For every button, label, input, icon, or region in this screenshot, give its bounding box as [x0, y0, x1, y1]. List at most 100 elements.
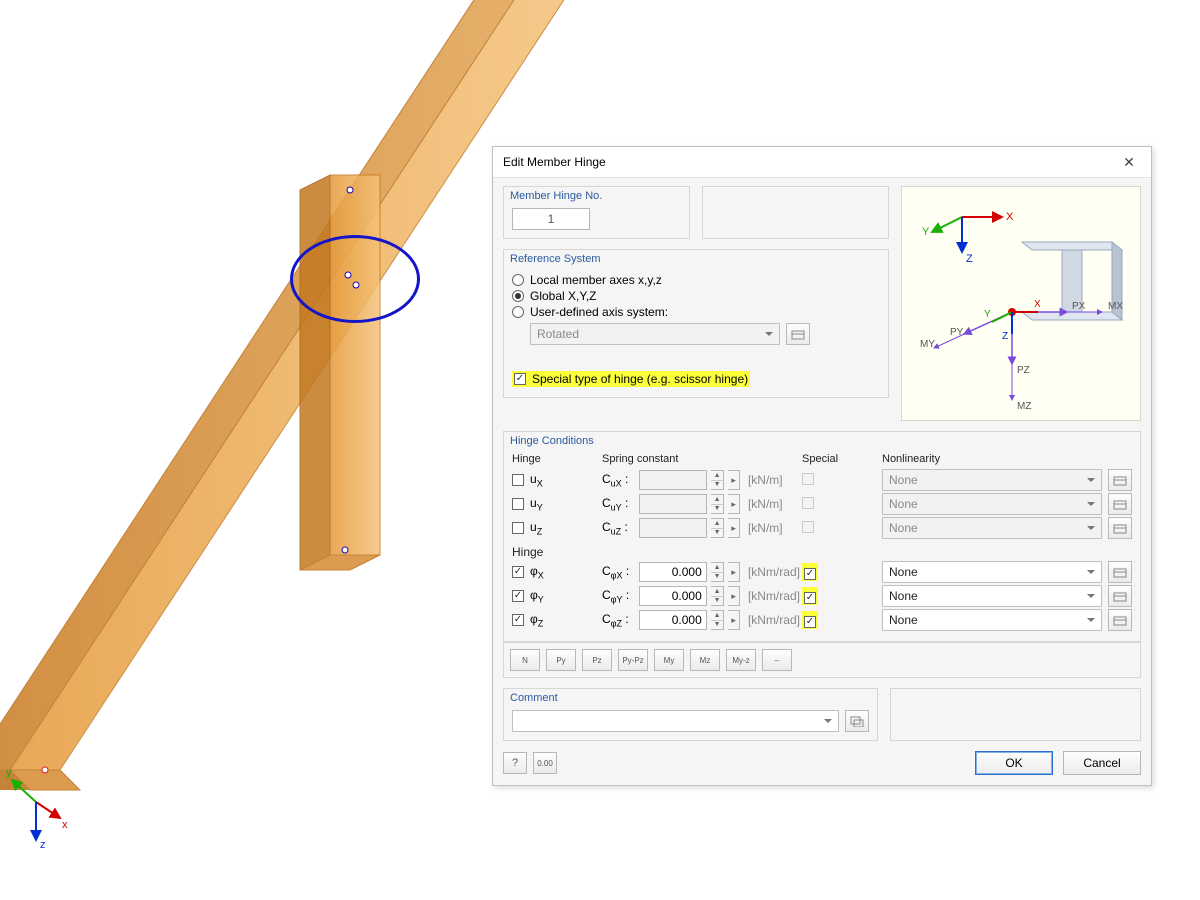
spring-field-uZ — [639, 518, 707, 538]
unit-label: [kN/m] — [748, 497, 802, 511]
unit-label: [kNm/rad] — [748, 613, 802, 627]
special-checkbox-φX[interactable] — [804, 568, 816, 580]
hinge-name: φY — [530, 588, 544, 604]
nonlinearity-dropdown-uY: None — [882, 493, 1102, 515]
edit-member-hinge-dialog: Edit Member Hinge ✕ Member Hinge No. 1 — [492, 146, 1152, 786]
hinge-name: uX — [530, 472, 543, 488]
radio-icon — [512, 306, 524, 318]
nonlinearity-edit-φY[interactable] — [1108, 585, 1132, 607]
spring-field-uX — [639, 470, 707, 490]
step-button[interactable]: ▸ — [728, 562, 740, 582]
unit-label: [kNm/rad] — [748, 565, 802, 579]
spinner: ▲▼ — [711, 494, 725, 514]
spring-label: CuX : — [602, 472, 635, 488]
radio-icon — [512, 274, 524, 286]
preset-Py[interactable]: Py — [546, 649, 576, 671]
spinner[interactable]: ▲▼ — [711, 610, 725, 630]
group-empty — [702, 186, 889, 239]
axis-z-label: z — [40, 839, 46, 851]
hinge-name: uY — [530, 496, 543, 512]
nonlinearity-edit-uZ — [1108, 517, 1132, 539]
col-spring: Spring constant — [602, 453, 802, 465]
close-icon[interactable]: ✕ — [1115, 152, 1143, 172]
hinge-row-φX: φX CφX : 0.000 ▲▼ ▸ [kNm/rad] None — [512, 561, 1132, 583]
preset-My[interactable]: My — [654, 649, 684, 671]
preset-Py-Pz[interactable]: Py-Pz — [618, 649, 648, 671]
radio-global-label: Global X,Y,Z — [530, 289, 596, 303]
hinge-row-φZ: φZ CφZ : 0.000 ▲▼ ▸ [kNm/rad] None — [512, 609, 1132, 631]
svg-text:Z: Z — [1002, 331, 1008, 342]
svg-text:X: X — [1034, 299, 1041, 310]
preset-Pz[interactable]: Pz — [582, 649, 612, 671]
hinge-name: φX — [530, 564, 544, 580]
col-special: Special — [802, 453, 882, 465]
step-button: ▸ — [728, 494, 740, 514]
axis-system-dropdown: Rotated — [530, 323, 780, 345]
svg-text:Y: Y — [984, 309, 991, 320]
group-reference-system: Reference System Local member axes x,y,z… — [503, 249, 889, 398]
col-hinge: Hinge — [512, 453, 602, 465]
comment-pick-button[interactable] — [845, 710, 869, 732]
preset-–[interactable]: – — [762, 649, 792, 671]
special-checkbox-uZ — [802, 521, 814, 533]
spring-label: CφY : — [602, 588, 635, 604]
svg-text:PX: PX — [1072, 301, 1086, 312]
hinge-row-uY: uY CuY : ▲▼ ▸ [kN/m] None — [512, 493, 1132, 515]
cancel-button[interactable]: Cancel — [1063, 751, 1141, 775]
nonlinearity-edit-uY — [1108, 493, 1132, 515]
unit-label: [kN/m] — [748, 473, 802, 487]
units-button[interactable]: 0.00 — [533, 752, 557, 774]
special-checkbox-φZ[interactable] — [804, 616, 816, 628]
hinge-checkbox-φX[interactable] — [512, 566, 524, 578]
radio-user-axes[interactable]: User-defined axis system: — [512, 305, 880, 319]
nonlinearity-dropdown-φX[interactable]: None — [882, 561, 1102, 583]
nonlinearity-edit-φZ[interactable] — [1108, 609, 1132, 631]
hinge-no-field[interactable]: 1 — [512, 208, 590, 230]
comment-label: Comment — [504, 689, 877, 706]
hinge-checkbox-φZ[interactable] — [512, 614, 524, 626]
axis-y-label: y — [6, 767, 12, 779]
preset-Mz[interactable]: Mz — [690, 649, 720, 671]
nonlinearity-dropdown-φY[interactable]: None — [882, 585, 1102, 607]
radio-local-axes[interactable]: Local member axes x,y,z — [512, 273, 880, 287]
preset-N[interactable]: N — [510, 649, 540, 671]
step-button[interactable]: ▸ — [728, 586, 740, 606]
axis-system-edit-button[interactable] — [786, 323, 810, 345]
step-button: ▸ — [728, 518, 740, 538]
group-hinge-conditions: Hinge Conditions Hinge Spring constant S… — [503, 431, 1141, 642]
svg-text:MX: MX — [1108, 301, 1123, 312]
spring-label: CφX : — [602, 564, 635, 580]
help-button[interactable]: ? — [503, 752, 527, 774]
spring-label: CuY : — [602, 496, 635, 512]
nonlinearity-edit-φX[interactable] — [1108, 561, 1132, 583]
step-button: ▸ — [728, 470, 740, 490]
ok-button[interactable]: OK — [975, 751, 1053, 775]
spring-field-φX[interactable]: 0.000 — [639, 562, 707, 582]
spinner[interactable]: ▲▼ — [711, 586, 725, 606]
nonlinearity-edit-uX — [1108, 469, 1132, 491]
hinge-checkbox-φY[interactable] — [512, 590, 524, 602]
preset-My-z[interactable]: My-z — [726, 649, 756, 671]
spring-field-φY[interactable]: 0.000 — [639, 586, 707, 606]
svg-text:MY: MY — [920, 339, 935, 350]
spinner: ▲▼ — [711, 518, 725, 538]
spinner[interactable]: ▲▼ — [711, 562, 725, 582]
spring-field-φZ[interactable]: 0.000 — [639, 610, 707, 630]
hinge-no-label: Member Hinge No. — [504, 187, 689, 204]
step-button[interactable]: ▸ — [728, 610, 740, 630]
checkbox-icon — [514, 373, 526, 385]
comment-field[interactable] — [512, 710, 839, 732]
spring-label: CuZ : — [602, 520, 635, 536]
dialog-titlebar[interactable]: Edit Member Hinge ✕ — [493, 147, 1151, 178]
unit-label: [kNm/rad] — [748, 589, 802, 603]
nonlinearity-dropdown-φZ[interactable]: None — [882, 609, 1102, 631]
radio-global-axes[interactable]: Global X,Y,Z — [512, 289, 880, 303]
radio-icon — [512, 290, 524, 302]
hinge-checkbox-uX[interactable] — [512, 474, 524, 486]
hinge-checkbox-uZ[interactable] — [512, 522, 524, 534]
special-checkbox-φY[interactable] — [804, 592, 816, 604]
checkbox-special-hinge[interactable]: Special type of hinge (e.g. scissor hing… — [512, 371, 880, 387]
hinge-checkbox-uY[interactable] — [512, 498, 524, 510]
radio-local-label: Local member axes x,y,z — [530, 273, 662, 287]
special-checkbox-uY — [802, 497, 814, 509]
